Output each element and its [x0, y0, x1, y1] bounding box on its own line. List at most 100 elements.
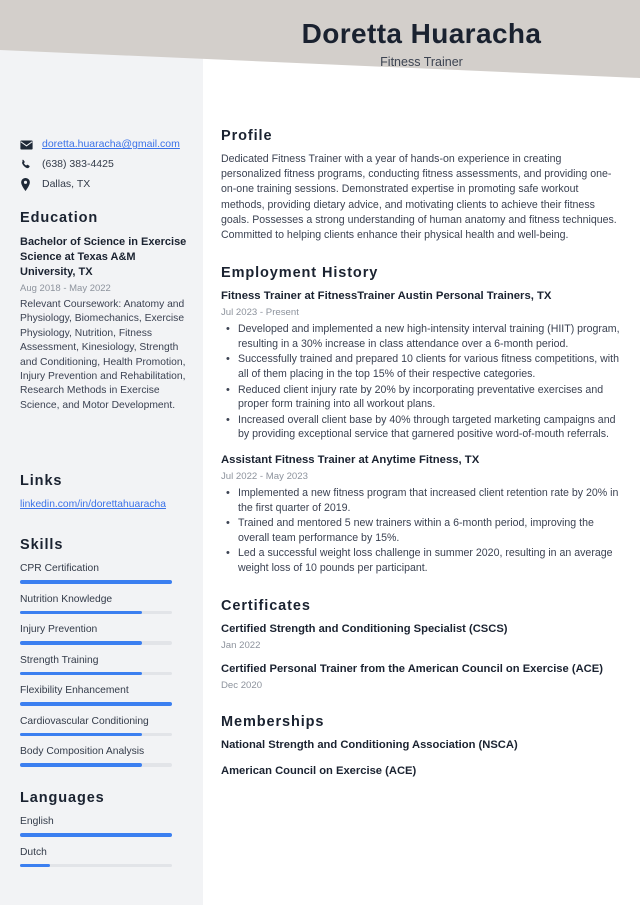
skills-label: CPR Certification: [20, 563, 99, 574]
skills-level-fill: [20, 641, 142, 645]
profile-section: Profile Dedicated Fitness Trainer with a…: [221, 128, 621, 243]
job-entry-date: Jul 2022 - May 2023: [221, 470, 308, 482]
skills-level-fill: [20, 610, 142, 614]
job-bullet: Implemented a new fitness program that i…: [226, 486, 621, 515]
skills-label: Injury Prevention: [20, 624, 98, 635]
education-degree: Bachelor of Science in Exercise Science …: [20, 236, 187, 278]
resume-page: Doretta Huaracha Fitness Trainer doretta…: [0, 0, 640, 905]
education-date: Aug 2018 - May 2022: [20, 283, 111, 294]
education-description: Relevant Coursework: Anatomy and Physiol…: [20, 299, 186, 411]
skills-item: Flexibility Enhancement: [20, 684, 192, 706]
memberships-list: National Strength and Conditioning Assoc…: [221, 738, 621, 779]
certificates-heading: Certificates: [221, 597, 311, 614]
languages-heading: Languages: [20, 790, 105, 806]
main-column: Profile Dedicated Fitness Trainer with a…: [221, 128, 621, 801]
job-bullet-list: Developed and implemented a new high-int…: [221, 322, 621, 442]
job-entry: Assistant Fitness Trainer at Anytime Fit…: [221, 453, 621, 576]
job-bullet: Developed and implemented a new high-int…: [226, 322, 621, 351]
skills-level-bar: [20, 610, 172, 614]
skills-level-fill: [20, 671, 142, 675]
education-heading: Education: [20, 210, 99, 226]
job-entry-date: Jul 2023 - Present: [221, 307, 299, 319]
skills-level-fill: [20, 702, 172, 706]
skills-level-bar: [20, 580, 172, 584]
memberships-section: Memberships National Strength and Condit…: [221, 714, 621, 779]
contact-email-row[interactable]: doretta.huaracha@gmail.com: [20, 138, 192, 151]
job-title: Fitness Trainer: [380, 54, 463, 69]
job-bullet: Increased overall client base by 40% thr…: [226, 413, 621, 442]
languages-level-fill: [20, 863, 51, 867]
languages-level-bar: [20, 863, 172, 867]
employment-section: Employment History Fitness Trainer at Fi…: [221, 265, 621, 575]
certificate-entry: Certified Personal Trainer from the Amer…: [221, 662, 621, 692]
skills-list: CPR Certification Nutrition Knowledge Inju…: [20, 562, 192, 767]
skills-heading: Skills: [20, 537, 64, 553]
skills-level-fill: [20, 732, 142, 736]
languages-level-fill: [20, 833, 172, 837]
education-section: Education Bachelor of Science in Exercis…: [20, 210, 192, 413]
certificate-date: Jan 2022: [221, 639, 261, 651]
skills-item: Injury Prevention: [20, 623, 192, 645]
email-link[interactable]: doretta.huaracha@gmail.com: [42, 138, 180, 151]
job-bullet: Successfully trained and prepared 10 cli…: [226, 352, 621, 381]
job-entry: Fitness Trainer at FitnessTrainer Austin…: [221, 289, 621, 442]
skills-level-bar: [20, 732, 172, 736]
profile-text: Dedicated Fitness Trainer with a year of…: [221, 153, 617, 242]
employment-heading: Employment History: [221, 265, 379, 282]
envelope-icon: [20, 138, 35, 151]
map-pin-icon: [20, 178, 35, 191]
skills-item: Cardiovascular Conditioning: [20, 715, 192, 736]
linkedin-link[interactable]: linkedin.com/in/dorettahuaracha: [20, 498, 192, 512]
header-text: Doretta Huaracha Fitness Trainer: [203, 0, 640, 70]
skills-item: Strength Training: [20, 654, 192, 675]
phone-icon: [20, 158, 35, 171]
skills-level-fill: [20, 580, 172, 584]
skills-level-bar: [20, 671, 172, 675]
skills-item: Nutrition Knowledge: [20, 593, 192, 614]
job-bullet-list: Implemented a new fitness program that i…: [221, 486, 621, 576]
job-entry-title: Fitness Trainer at FitnessTrainer Austin…: [221, 290, 552, 303]
certificate-name: Certified Personal Trainer from the Amer…: [221, 662, 603, 675]
contact-location-row: Dallas, TX: [20, 178, 192, 191]
profile-heading: Profile: [221, 128, 273, 144]
membership-entry: National Strength and Conditioning Assoc…: [221, 738, 518, 751]
job-bullet: Trained and mentored 5 new trainers with…: [226, 516, 621, 545]
skills-label: Body Composition Analysis: [20, 746, 145, 757]
links-heading: Links: [20, 473, 63, 489]
page-title: Doretta Huaracha: [301, 18, 542, 49]
jobs-list: Fitness Trainer at FitnessTrainer Austin…: [221, 289, 621, 575]
skills-label: Cardiovascular Conditioning: [20, 715, 149, 727]
skills-label: Strength Training: [20, 654, 99, 666]
skills-level-bar: [20, 641, 172, 645]
location-value: Dallas, TX: [42, 178, 91, 190]
memberships-heading: Memberships: [221, 713, 325, 730]
languages-section: Languages English Dutch: [20, 790, 192, 876]
skills-level-bar: [20, 763, 172, 767]
certificates-section: Certificates Certified Strength and Cond…: [221, 598, 621, 692]
skills-label: Nutrition Knowledge: [20, 593, 113, 605]
languages-list: English Dutch: [20, 815, 192, 867]
languages-item: Dutch: [20, 846, 192, 867]
certificate-date: Dec 2020: [221, 679, 263, 691]
contact-block: doretta.huaracha@gmail.com (638) 383-442…: [20, 138, 192, 198]
skills-label: Flexibility Enhancement: [20, 685, 129, 696]
languages-label: Dutch: [20, 846, 47, 858]
skills-level-fill: [20, 763, 142, 767]
job-bullet: Reduced client injury rate by 20% by inc…: [226, 383, 621, 412]
languages-label: English: [20, 816, 54, 827]
skills-section: Skills CPR Certification Nutrition Knowle…: [20, 537, 192, 776]
membership-entry: American Council on Exercise (ACE): [221, 764, 417, 777]
job-bullet: Led a successful weight loss challenge i…: [226, 546, 621, 575]
languages-level-bar: [20, 833, 172, 837]
languages-item: English: [20, 815, 192, 837]
certificate-name: Certified Strength and Conditioning Spec…: [221, 622, 508, 635]
skills-level-bar: [20, 702, 172, 706]
phone-value: (638) 383-4425: [42, 158, 114, 170]
skills-item: Body Composition Analysis: [20, 745, 192, 767]
skills-item: CPR Certification: [20, 562, 192, 584]
certificates-list: Certified Strength and Conditioning Spec…: [221, 622, 621, 692]
certificate-entry: Certified Strength and Conditioning Spec…: [221, 622, 621, 652]
links-section: Links linkedin.com/in/dorettahuaracha: [20, 473, 192, 512]
job-entry-title: Assistant Fitness Trainer at Anytime Fit…: [221, 453, 480, 466]
contact-phone-row: (638) 383-4425: [20, 158, 192, 171]
